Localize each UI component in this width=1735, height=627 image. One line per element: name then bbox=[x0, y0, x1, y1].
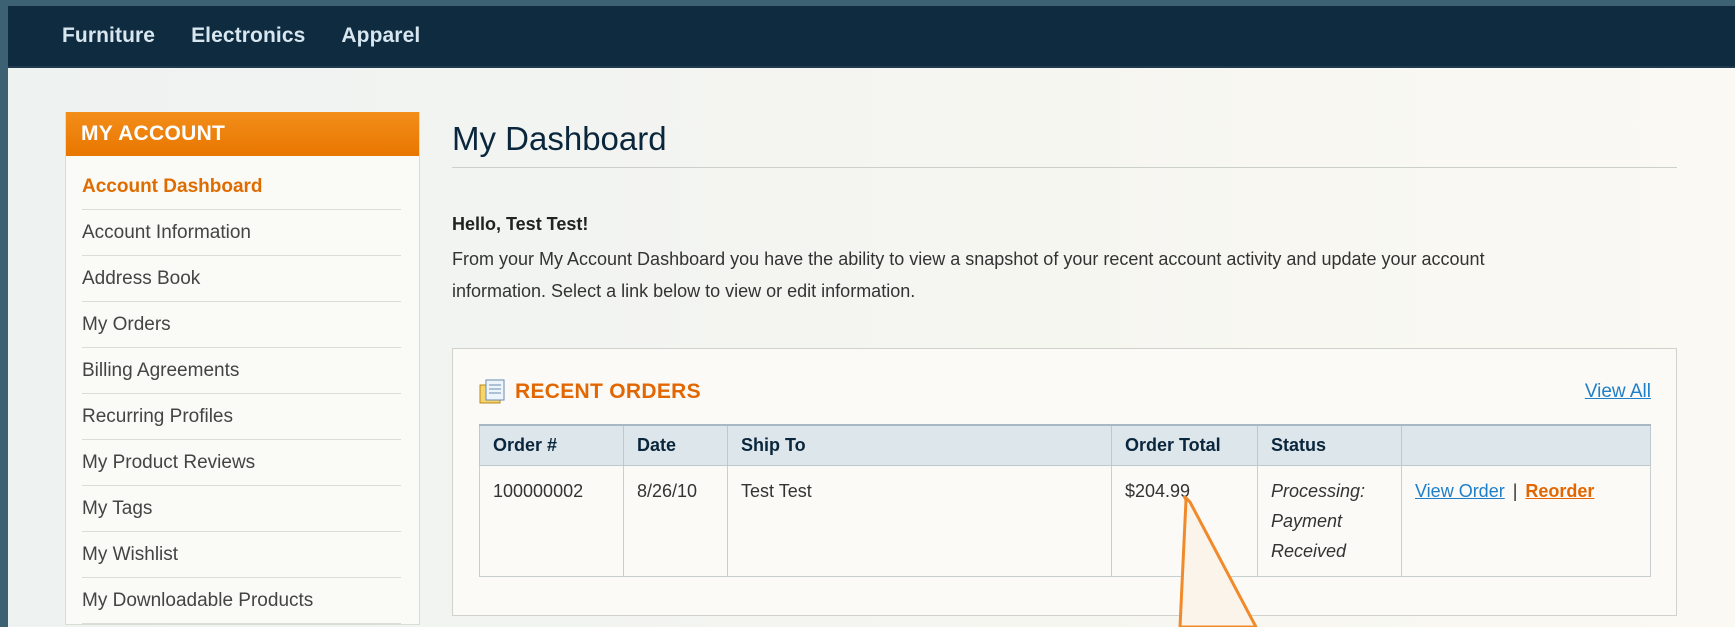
column-header-status[interactable]: Status bbox=[1257, 424, 1402, 466]
greeting: Hello, Test Test! bbox=[452, 214, 589, 234]
sidebar-item-product-reviews[interactable]: My Product Reviews bbox=[82, 440, 401, 486]
intro-text: From your My Account Dashboard you have … bbox=[452, 249, 1485, 301]
column-header-ship-to[interactable]: Ship To bbox=[727, 424, 1112, 466]
sidebar-item-downloadable-products[interactable]: My Downloadable Products bbox=[82, 578, 401, 624]
reorder-link[interactable]: Reorder bbox=[1525, 481, 1594, 501]
page: Furniture Electronics Apparel MY ACCOUNT… bbox=[8, 6, 1735, 627]
column-header-actions bbox=[1401, 424, 1651, 466]
nav-apparel[interactable]: Apparel bbox=[341, 24, 420, 48]
table-header-row: Order # Date Ship To Order Total Status bbox=[479, 424, 1651, 466]
recent-orders-header: RECENT ORDERS View All bbox=[479, 377, 1651, 407]
column-header-date[interactable]: Date bbox=[623, 424, 728, 466]
nav-electronics[interactable]: Electronics bbox=[191, 24, 305, 48]
sidebar-menu: Account Dashboard Account Information Ad… bbox=[66, 156, 419, 624]
dashboard-main: My Dashboard Hello, Test Test! From your… bbox=[452, 112, 1682, 616]
table-row: 100000002 8/26/10 Test Test $204.99 Proc… bbox=[479, 464, 1651, 577]
action-separator: | bbox=[1512, 480, 1518, 501]
sidebar-item-my-orders[interactable]: My Orders bbox=[82, 302, 401, 348]
orders-document-icon bbox=[479, 379, 507, 405]
view-all-link[interactable]: View All bbox=[1585, 381, 1651, 403]
cell-order-number: 100000002 bbox=[479, 464, 624, 577]
cell-date: 8/26/10 bbox=[623, 464, 728, 577]
page-title: My Dashboard bbox=[452, 112, 1677, 168]
column-header-order-total[interactable]: Order Total bbox=[1111, 424, 1258, 466]
sidebar-item-my-wishlist[interactable]: My Wishlist bbox=[82, 532, 401, 578]
column-header-order[interactable]: Order # bbox=[479, 424, 624, 466]
top-navigation: Furniture Electronics Apparel bbox=[8, 6, 1735, 68]
view-order-link[interactable]: View Order bbox=[1415, 481, 1505, 501]
recent-orders-title: RECENT ORDERS bbox=[515, 380, 701, 403]
sidebar-item-account-dashboard[interactable]: Account Dashboard bbox=[82, 164, 401, 210]
sidebar-title: MY ACCOUNT bbox=[66, 112, 419, 156]
account-sidebar: MY ACCOUNT Account Dashboard Account Inf… bbox=[65, 112, 420, 625]
sidebar-item-my-tags[interactable]: My Tags bbox=[82, 486, 401, 532]
cell-ship-to: Test Test bbox=[727, 464, 1112, 577]
callout-pointer bbox=[1178, 496, 1258, 627]
sidebar-item-recurring-profiles[interactable]: Recurring Profiles bbox=[82, 394, 401, 440]
sidebar-item-billing-agreements[interactable]: Billing Agreements bbox=[82, 348, 401, 394]
sidebar-item-address-book[interactable]: Address Book bbox=[82, 256, 401, 302]
sidebar-item-account-information[interactable]: Account Information bbox=[82, 210, 401, 256]
recent-orders-box: RECENT ORDERS View All Order # Date Ship… bbox=[452, 348, 1677, 616]
cell-actions: View Order | Reorder bbox=[1401, 464, 1651, 577]
nav-furniture[interactable]: Furniture bbox=[62, 24, 155, 48]
recent-orders-table: Order # Date Ship To Order Total Status … bbox=[479, 424, 1651, 577]
